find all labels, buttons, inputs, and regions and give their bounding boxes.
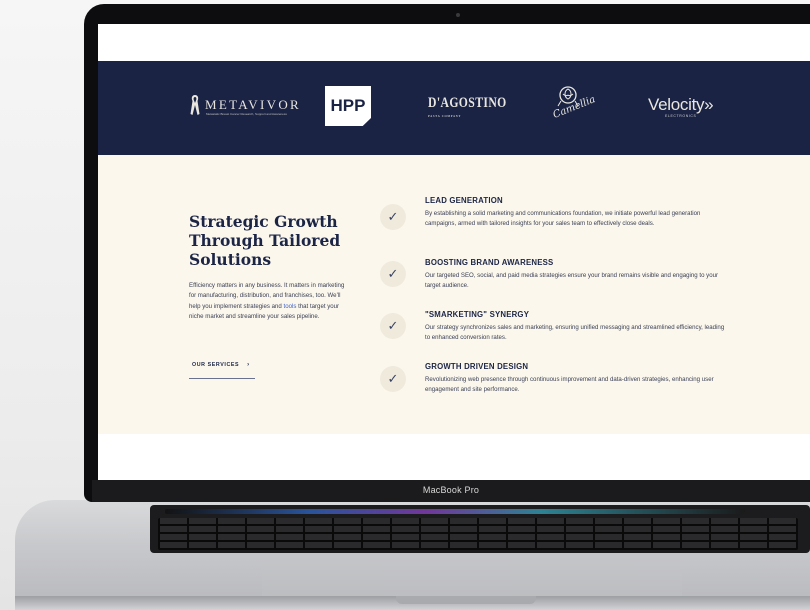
laptop-chin: MacBook Pro	[92, 480, 810, 502]
dagostino-tagline: PASTA COMPANY	[428, 114, 462, 118]
our-services-label: OUR SERVICES	[192, 362, 240, 368]
trackpad	[262, 558, 682, 598]
metavivor-logo[interactable]: METAVIVOR Metastatic Breast Cancer Resea…	[190, 94, 301, 116]
checkmark-icon: ✓	[380, 313, 406, 339]
dagostino-wordmark: D'AGOSTINO	[428, 95, 507, 111]
item-text-lead-generation: By establishing a solid marketing and co…	[425, 210, 701, 228]
item-title-brand-awareness: BOOSTING BRAND AWARENESS	[425, 258, 554, 267]
velocity-wordmark: Velocity»	[648, 95, 714, 114]
velocity-tagline: ELECTRONICS	[665, 114, 697, 118]
lid-notch	[396, 596, 536, 604]
velocity-logo[interactable]: Velocity» ELECTRONICS	[648, 95, 714, 118]
item-text-brand-awareness: Our targeted SEO, social, and paid media…	[425, 272, 719, 290]
section-heading: Strategic Growth Through Tailored Soluti…	[189, 212, 341, 269]
services-underline	[189, 378, 255, 379]
touch-bar	[165, 509, 745, 514]
our-services-link[interactable]: OUR SERVICES ›	[192, 362, 250, 368]
tools-link[interactable]: tools	[284, 303, 297, 310]
section-intro: Efficiency matters in any business. It m…	[189, 281, 349, 322]
metavivor-wordmark: METAVIVOR	[205, 97, 301, 112]
device-label: MacBook Pro	[422, 485, 480, 495]
site-header	[98, 24, 810, 61]
item-text-smarketing: Our strategy synchronizes sales and mark…	[425, 324, 725, 342]
hpp-logo[interactable]: HPP	[325, 86, 371, 126]
item-title-smarketing: "SMARKETING" SYNERGY	[425, 310, 530, 319]
keyboard-keys	[158, 518, 798, 550]
website-screen: METAVIVOR Metastatic Breast Cancer Resea…	[98, 24, 810, 480]
item-title-growth-driven-design: GROWTH DRIVEN DESIGN	[425, 362, 529, 371]
camellia-logo[interactable]: Camellia	[550, 85, 597, 125]
item-text-growth-driven-design: Revolutionizing web presence through con…	[425, 376, 714, 394]
item-title-lead-generation: LEAD GENERATION	[425, 196, 503, 205]
checkmark-icon: ✓	[380, 261, 406, 287]
camera-icon	[456, 13, 460, 17]
checkmark-icon: ✓	[380, 366, 406, 392]
page-footer-area	[98, 434, 810, 480]
ribbon-icon	[190, 95, 200, 115]
metavivor-tagline: Metastatic Breast Cancer Research, Suppo…	[206, 112, 287, 116]
chevron-right-icon: ›	[247, 362, 250, 368]
dagostino-logo[interactable]: D'AGOSTINO PASTA COMPANY	[428, 95, 507, 118]
client-logo-strip: METAVIVOR Metastatic Breast Cancer Resea…	[98, 61, 810, 155]
checkmark-icon: ✓	[380, 204, 406, 230]
